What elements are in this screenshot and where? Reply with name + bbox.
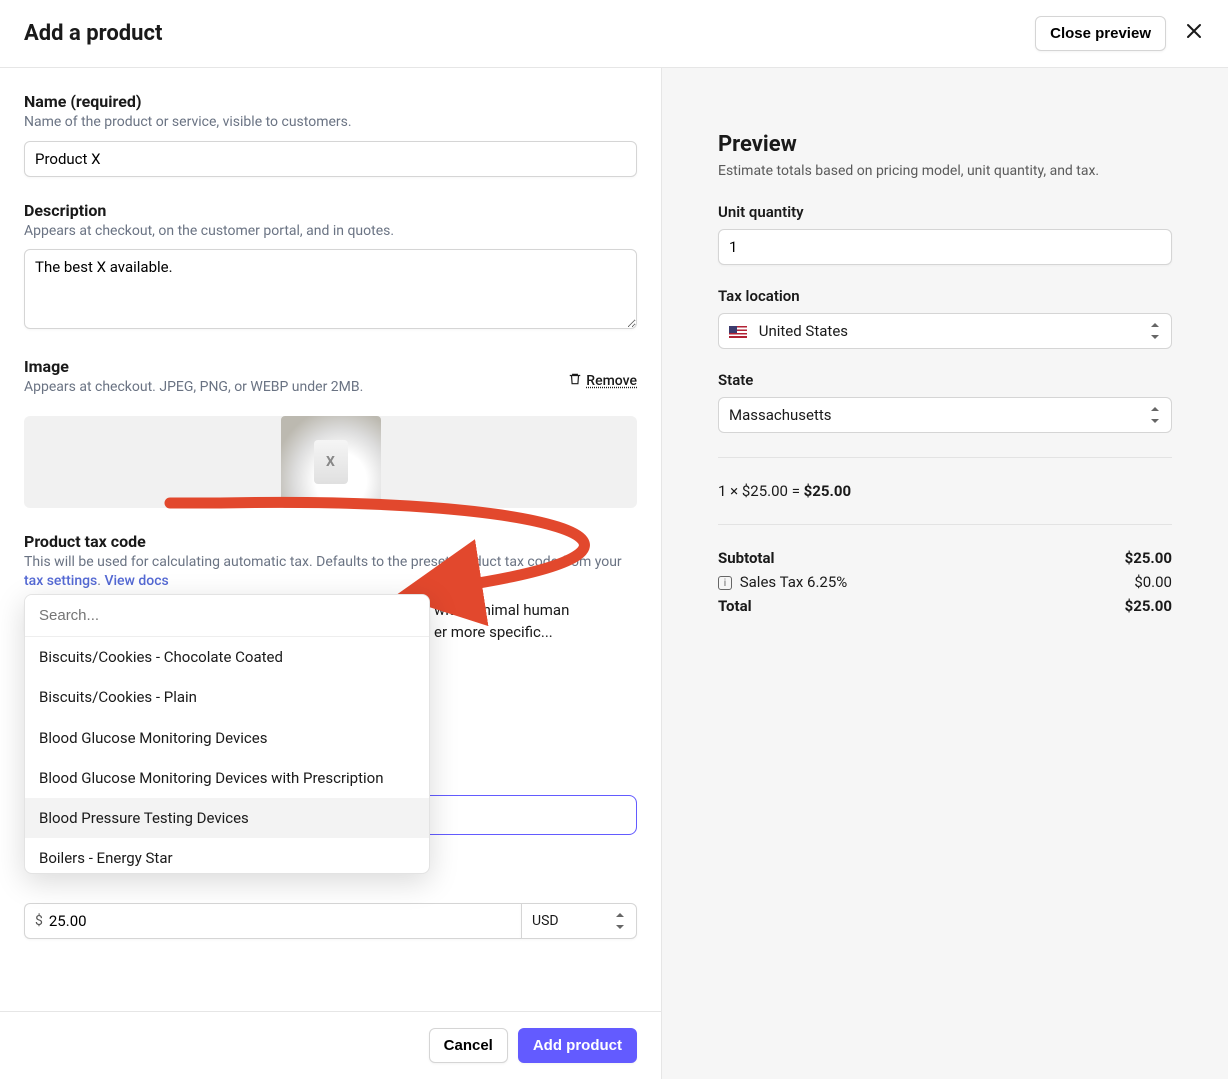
tax-code-search-input[interactable] [25, 595, 429, 637]
state-select[interactable]: Massachusetts [718, 397, 1172, 433]
chevron-updown-icon [1149, 408, 1161, 422]
preview-title: Preview [718, 132, 1172, 157]
add-product-button[interactable]: Add product [518, 1028, 637, 1063]
image-hint: Appears at checkout. JPEG, PNG, or WEBP … [24, 378, 363, 398]
currency-symbol: $ [35, 913, 43, 929]
divider [718, 457, 1172, 458]
chevron-updown-icon [614, 914, 626, 928]
close-preview-button[interactable]: Close preview [1035, 16, 1166, 51]
state-label: State [718, 371, 1172, 389]
tax-code-hint: This will be used for calculating automa… [24, 553, 637, 592]
remove-image-button[interactable]: Remove [568, 372, 637, 390]
tax-code-option[interactable]: Blood Pressure Testing Devices [25, 798, 429, 838]
info-icon: i [718, 576, 732, 590]
amount-value-input[interactable] [49, 912, 511, 930]
product-thumbnail: X [281, 416, 381, 508]
description-label: Description [24, 201, 637, 220]
tax-code-dropdown: Biscuits/Cookies - Chocolate Coated Bisc… [24, 594, 430, 874]
image-well[interactable]: X [24, 416, 637, 508]
tax-location-value: United States [759, 322, 848, 340]
unit-quantity-input[interactable] [718, 229, 1172, 265]
description-hint: Appears at checkout, on the customer por… [24, 222, 637, 242]
amount-input[interactable]: $ [24, 903, 521, 939]
remove-image-label: Remove [586, 373, 637, 389]
total-row: Total $25.00 [718, 597, 1172, 615]
trash-icon [568, 372, 582, 390]
image-label: Image [24, 357, 363, 376]
close-icon[interactable] [1184, 23, 1204, 44]
tax-code-option[interactable]: Boilers - Energy Star [25, 838, 429, 872]
tax-code-option[interactable]: Biscuits/Cookies - Plain [25, 677, 429, 717]
tax-code-option[interactable]: Blood Glucose Monitoring Devices with Pr… [25, 758, 429, 798]
divider [718, 524, 1172, 525]
chevron-updown-icon [1149, 324, 1161, 338]
currency-select[interactable]: USD [521, 903, 637, 939]
preview-subtitle: Estimate totals based on pricing model, … [718, 163, 1172, 179]
description-input[interactable]: The best X available. [24, 249, 637, 329]
state-value: Massachusetts [729, 406, 832, 424]
currency-code-label: USD [532, 913, 559, 929]
tax-code-option[interactable]: Blood Glucose Monitoring Devices [25, 718, 429, 758]
name-input[interactable] [24, 141, 637, 177]
name-label: Name (required) [24, 92, 637, 111]
product-thumbnail-placeholder: X [314, 440, 348, 484]
salestax-row: i Sales Tax 6.25% $0.00 [718, 573, 1172, 591]
page-title: Add a product [24, 21, 162, 46]
tax-location-label: Tax location [718, 287, 1172, 305]
calc-line: 1 × $25.00 = $25.00 [718, 482, 1172, 500]
flag-us-icon [729, 326, 747, 338]
view-docs-link[interactable]: View docs [104, 573, 168, 589]
subtotal-row: Subtotal $25.00 [718, 549, 1172, 567]
cancel-button[interactable]: Cancel [429, 1028, 508, 1063]
tax-code-option[interactable]: Biscuits/Cookies - Chocolate Coated [25, 637, 429, 677]
tax-location-select[interactable]: United States [718, 313, 1172, 349]
tax-code-help-text: with minimal human er more specific... [434, 600, 637, 644]
tax-settings-link[interactable]: tax settings [24, 573, 97, 589]
unit-quantity-label: Unit quantity [718, 203, 1172, 221]
name-hint: Name of the product or service, visible … [24, 113, 637, 133]
tax-code-label: Product tax code [24, 532, 637, 551]
